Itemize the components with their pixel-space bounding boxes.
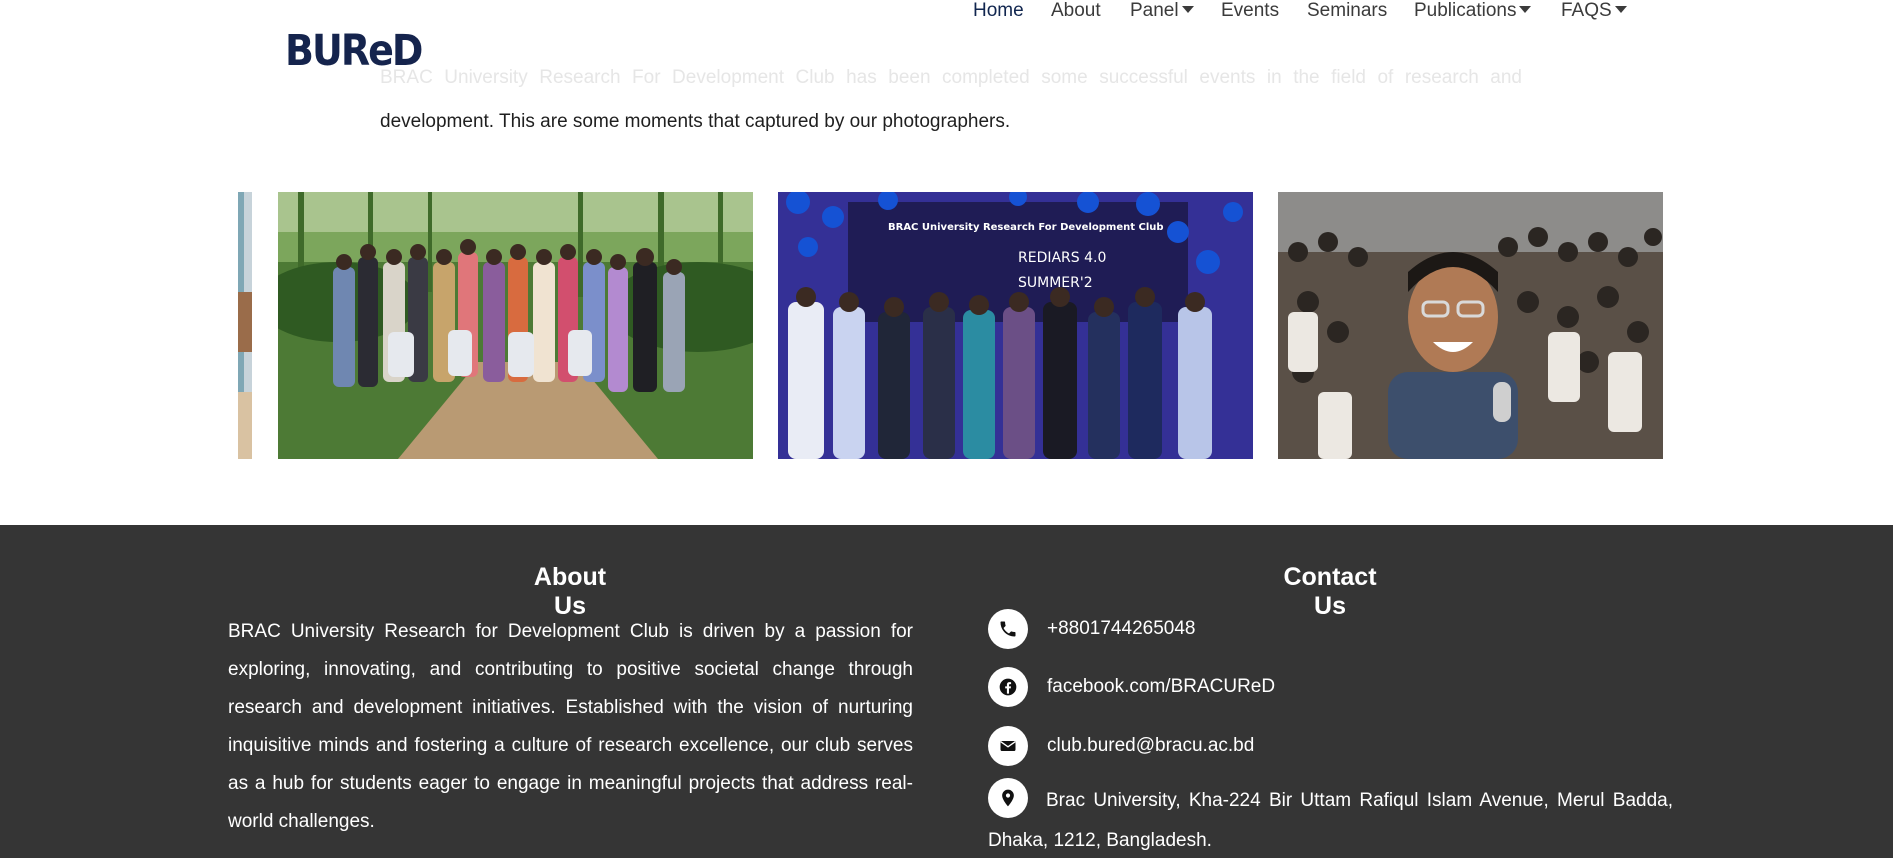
photo-slide-1[interactable] [278, 192, 753, 459]
address-text: Brac University, Kha-224 Bir Uttam Rafiq… [988, 790, 1673, 851]
nav-item-about[interactable]: About [1051, 0, 1101, 22]
facebook-link[interactable]: facebook.com/BRACUReD [1047, 676, 1275, 698]
stage-event-rediars-icon: BRAC University Research For Development… [778, 192, 1253, 459]
about-us-text: BRAC University Research for Development… [228, 621, 913, 832]
group-photo-tea-garden-icon [278, 192, 753, 459]
site-footer: About Us BRAC University Research for De… [0, 525, 1893, 858]
envelope-icon [988, 726, 1028, 766]
nav-label: Home [973, 0, 1024, 21]
caret-down-icon [1519, 6, 1532, 13]
photo-slide-partial[interactable] [238, 192, 252, 459]
intro-text: development. This are some moments that … [380, 111, 1011, 132]
location-pin-icon [988, 778, 1028, 818]
nav-item-faqs[interactable]: FAQS [1561, 0, 1627, 22]
nav-label: About [1051, 0, 1101, 21]
contact-phone[interactable]: +8801744265048 [988, 609, 1195, 649]
nav-item-events[interactable]: Events [1221, 0, 1279, 22]
photo-slide-2[interactable]: BRAC University Research For Development… [778, 192, 1253, 459]
nav-label: Events [1221, 0, 1280, 21]
main-section: BRAC University Research For Development… [0, 0, 1893, 525]
nav-item-publications[interactable]: Publications [1414, 0, 1532, 22]
contact-facebook[interactable]: facebook.com/BRACUReD [988, 667, 1275, 707]
contact-email[interactable]: club.bured@bracu.ac.bd [988, 726, 1254, 766]
nav-label: Panel [1130, 0, 1179, 21]
nav-label: Publications [1414, 0, 1517, 21]
navbar: BUReD Home About Panel Events Seminars P… [0, 0, 1893, 92]
caret-down-icon [1181, 6, 1194, 13]
caret-down-icon [1614, 6, 1627, 13]
photo-slide-3[interactable] [1278, 192, 1663, 459]
nav-label: FAQS [1561, 0, 1612, 21]
facebook-icon [988, 667, 1028, 707]
photo-partial-icon [238, 192, 252, 459]
banner-event: REDIARS 4.0 [1018, 250, 1106, 266]
site-logo[interactable]: BUReD [285, 26, 423, 75]
phone-icon [988, 609, 1028, 649]
contact-us-heading: Contact Us [1283, 563, 1377, 620]
selfie-crowd-photo-icon [1278, 192, 1663, 459]
nav-item-panel[interactable]: Panel [1130, 0, 1194, 22]
nav-item-home[interactable]: Home [973, 0, 1024, 22]
email-link[interactable]: club.bured@bracu.ac.bd [1047, 735, 1254, 757]
phone-number[interactable]: +8801744265048 [1047, 618, 1195, 640]
banner-heading: BRAC University Research For Development… [888, 222, 1164, 233]
contact-address: Brac University, Kha-224 Bir Uttam Rafiq… [988, 778, 1673, 858]
nav-item-seminars[interactable]: Seminars [1307, 0, 1387, 22]
nav-label: Seminars [1307, 0, 1388, 21]
